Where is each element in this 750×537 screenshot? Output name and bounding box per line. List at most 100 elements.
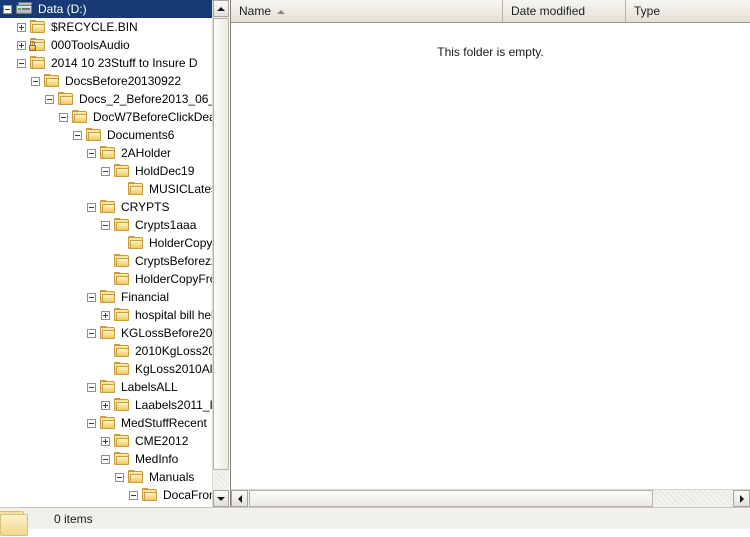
tree-item-label: Financial (121, 290, 170, 304)
navigation-pane: Data (D:) $RECYCLE.BIN 000ToolsAudio 2014 1… (0, 0, 230, 507)
folder-tree[interactable]: Data (D:) $RECYCLE.BIN 000ToolsAudio 2014 1… (0, 0, 212, 507)
tree-item-label: HoldDec19 (135, 164, 195, 178)
column-header-name[interactable]: Name (231, 0, 503, 22)
tree-item[interactable]: CryptsBeforezzzzzzzzzzzz20120 (0, 252, 212, 270)
tree-item-label: HolderCopyFromDexktopJun3 (135, 272, 212, 286)
file-list-pane: Name Date modified Type This folder is e… (230, 0, 750, 507)
collapse-icon[interactable] (45, 94, 54, 104)
tree-item[interactable]: Financial (0, 288, 212, 306)
tree-item-label: DocaFrom1stVista (163, 488, 212, 502)
list-scroll-right-button[interactable] (733, 490, 750, 507)
tree-item[interactable]: DocsBefore20130922 (0, 72, 212, 90)
folder-icon (30, 56, 46, 70)
tree-item[interactable]: KGLossBefore20120704 (0, 324, 212, 342)
tree-item[interactable]: Laabels2011_I'mafraidto delet (0, 396, 212, 414)
expand-icon[interactable] (101, 436, 110, 446)
folder-icon (114, 398, 130, 412)
tree-item-label: KgLoss2010All (135, 362, 212, 376)
tree-item-label: Documents6 (107, 128, 175, 142)
tree-item[interactable]: DocW7BeforeClickDeath_ (0, 108, 212, 126)
tree-item[interactable]: MedStuffRecent (0, 414, 212, 432)
expand-icon[interactable] (101, 400, 110, 410)
sort-ascending-icon (277, 9, 286, 14)
collapse-icon[interactable] (87, 148, 96, 158)
tree-item-label: MUSICLatest (149, 182, 212, 196)
tree-item[interactable]: hospital bill help_files (0, 306, 212, 324)
folder-icon (72, 110, 88, 124)
tree-item-label: CryptsBeforezzzzzzzzzzzz20120 (135, 254, 212, 268)
folder-icon (128, 182, 144, 196)
hard-drive-icon (16, 2, 33, 16)
tree-item-label: 2014 10 23Stuff to Insure D (51, 56, 198, 70)
collapse-icon[interactable] (101, 454, 110, 464)
column-header-type[interactable]: Type (626, 0, 750, 22)
collapse-icon[interactable] (115, 472, 124, 482)
column-header-type-label: Type (634, 4, 661, 18)
tree-item[interactable]: $RECYCLE.BIN (0, 18, 212, 36)
tree-item[interactable]: 2014 10 23Stuff to Insure D (0, 54, 212, 72)
collapse-icon[interactable] (87, 418, 96, 428)
tree-item[interactable]: HolderCopyFromDexktopJun3 (0, 270, 212, 288)
folder-icon (114, 452, 130, 466)
tree-item-label: hospital bill help_files (135, 308, 212, 322)
tree-item[interactable]: 2010KgLoss2010All (0, 342, 212, 360)
folder-icon (128, 236, 144, 250)
status-item-count: 0 items (54, 512, 93, 526)
tree-item[interactable]: Manuals (0, 468, 212, 486)
collapse-icon[interactable] (73, 130, 82, 140)
collapse-icon[interactable] (87, 382, 96, 392)
tree-item-label: LabelsALL (121, 380, 178, 394)
collapse-icon[interactable] (87, 328, 96, 338)
collapse-icon[interactable] (31, 76, 40, 86)
tree-item[interactable]: 2AHolder (0, 144, 212, 162)
arrow-down-icon (217, 496, 225, 501)
folder-icon (100, 146, 116, 160)
tree-scroll-down-button[interactable] (213, 490, 229, 507)
tree-scroll-up-button[interactable] (213, 0, 229, 17)
tree-item[interactable]: DocaFrom1stVista (0, 486, 212, 504)
expand-icon[interactable] (101, 310, 110, 320)
tree-item-label: $RECYCLE.BIN (51, 20, 138, 34)
tree-scroll-thumb[interactable] (213, 18, 229, 470)
collapse-icon[interactable] (101, 220, 110, 230)
collapse-icon[interactable] (129, 490, 138, 500)
arrow-up-icon (217, 6, 225, 11)
tree-item[interactable]: 000ToolsAudio (0, 36, 212, 54)
folder-icon (114, 254, 130, 268)
tree-item-label: 2010KgLoss2010All (135, 344, 212, 358)
collapse-icon[interactable] (3, 4, 12, 14)
tree-item[interactable]: CRYPTS (0, 198, 212, 216)
expand-icon[interactable] (17, 40, 26, 50)
arrow-right-icon (739, 494, 744, 503)
collapse-icon[interactable] (101, 166, 110, 176)
tree-item[interactable]: CME2012 (0, 432, 212, 450)
column-header-date-label: Date modified (511, 4, 586, 18)
tree-item[interactable]: HolderCopyFromDexktopJun3 (0, 234, 212, 252)
tree-item-label: 000ToolsAudio (51, 38, 130, 52)
tree-item[interactable]: Documents6 (0, 126, 212, 144)
collapse-icon[interactable] (87, 292, 96, 302)
tree-vertical-scrollbar[interactable] (212, 0, 229, 507)
tree-item[interactable]: HoldDec19 (0, 162, 212, 180)
folder-icon (100, 416, 116, 430)
collapse-icon[interactable] (59, 112, 68, 122)
expand-icon[interactable] (17, 22, 26, 32)
list-horizontal-scrollbar[interactable] (231, 489, 750, 507)
list-scroll-thumb[interactable] (249, 490, 653, 507)
folder-icon (114, 272, 130, 286)
tree-item[interactable]: Data (D:) (0, 0, 212, 18)
tree-item[interactable]: Crypts1aaa (0, 216, 212, 234)
tree-item[interactable]: MedInfo (0, 450, 212, 468)
tree-item[interactable]: LabelsALL (0, 378, 212, 396)
list-scroll-left-button[interactable] (231, 490, 248, 507)
collapse-icon[interactable] (87, 202, 96, 212)
tree-item[interactable]: MUSICLatest (0, 180, 212, 198)
collapse-icon[interactable] (17, 58, 26, 68)
tree-item[interactable]: Docs_2_Before2013_06_03 (0, 90, 212, 108)
tree-item-label: 2AHolder (121, 146, 172, 160)
column-header-date-modified[interactable]: Date modified (503, 0, 626, 22)
tree-item[interactable]: KgLoss2010All (0, 360, 212, 378)
file-list-body[interactable]: This folder is empty. (231, 23, 750, 487)
